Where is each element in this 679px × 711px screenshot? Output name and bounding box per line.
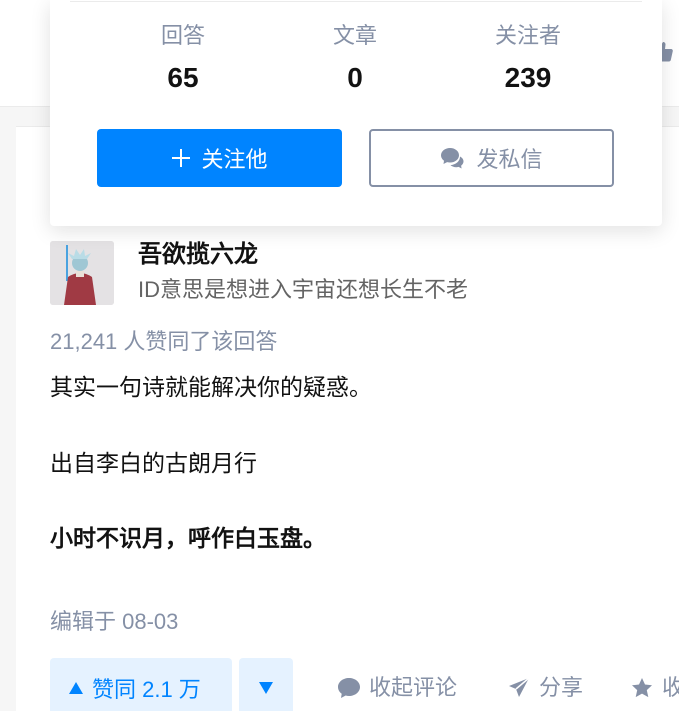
toggle-comments-button[interactable]: 收起评论 [337,668,457,708]
answer-paragraph: 出自李白的古朗月行 [50,450,257,476]
star-icon [632,678,652,698]
profile-hover-card: 回答 65 文章 0 关注者 239 关注他 发私信 [50,0,662,226]
triangle-down-icon [259,682,273,694]
stat-value: 65 [167,62,199,93]
plus-icon [172,149,191,167]
stat-followers[interactable]: 关注者 239 [468,22,588,98]
follow-label: 关注他 [201,147,268,172]
vote-down-button[interactable] [239,658,293,711]
collect-label: 收藏 [662,675,679,700]
message-label: 发私信 [476,147,543,172]
stat-answers[interactable]: 回答 65 [123,22,243,98]
answer-paragraph: 其实一句诗就能解决你的疑惑。 [50,374,372,400]
answer-paragraph-bold: 小时不识月，呼作白玉盘。 [50,525,326,551]
send-message-button[interactable]: 发私信 [369,129,614,187]
vote-up-label: 赞同 2.1 万 [92,677,201,702]
vote-count-text: 21,241 人赞同了该回答 [50,329,278,354]
paper-plane-icon [509,677,530,697]
comment-bubble-icon [338,678,360,698]
stat-label: 关注者 [494,23,561,48]
stat-label: 文章 [332,23,377,48]
stat-value: 0 [347,62,363,93]
follow-button[interactable]: 关注他 [97,129,342,187]
divider [70,1,642,2]
chat-bubbles-icon [441,148,464,169]
author-bio: ID意思是想进入宇宙还想长生不老 [138,277,469,302]
triangle-up-icon [69,682,83,694]
share-button[interactable]: 分享 [507,668,583,708]
collect-button[interactable]: 收藏 [630,668,679,708]
author-name[interactable]: 吾欲揽六龙 [138,238,258,272]
stat-articles[interactable]: 文章 0 [295,22,415,98]
edited-time[interactable]: 编辑于 08-03 [50,606,178,638]
stat-label: 回答 [160,23,205,48]
comment-label: 收起评论 [369,675,458,700]
vote-up-button[interactable]: 赞同 2.1 万 [50,658,232,711]
stat-value: 239 [504,62,552,93]
share-label: 分享 [539,675,584,700]
avatar[interactable] [50,241,114,305]
